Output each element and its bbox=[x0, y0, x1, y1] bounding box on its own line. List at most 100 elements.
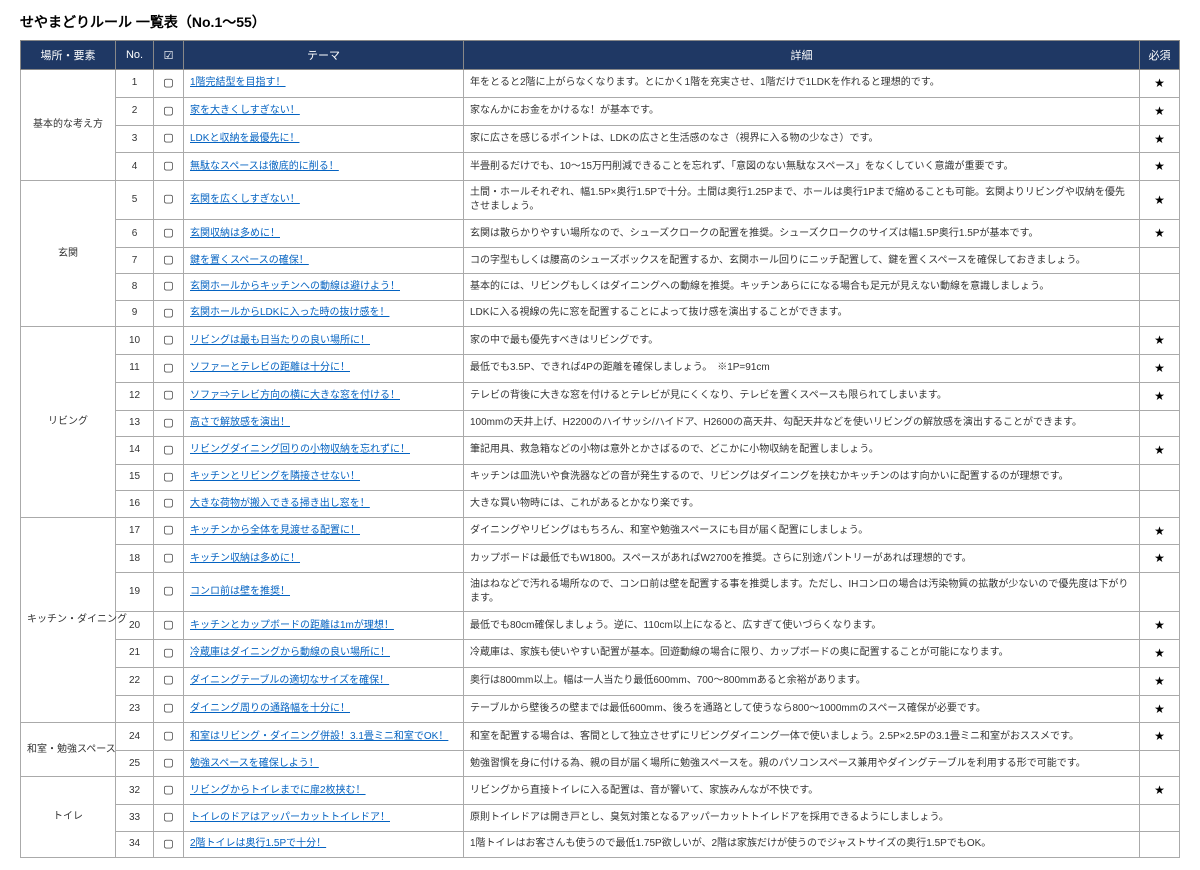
detail-cell: コの字型もしくは腰高のシューズボックスを配置するか、玄関ホール回りにニッチ配置し… bbox=[464, 247, 1140, 273]
table-row: 33▢トイレのドアはアッパーカットトイレドア！原則トイレドアは開き戸とし、臭気対… bbox=[21, 805, 1180, 831]
table-row: 15▢キッチンとリビングを隣接させない！キッチンは皿洗いや食洗器などの音が発生す… bbox=[21, 464, 1180, 490]
checkbox-cell[interactable]: ▢ bbox=[154, 181, 184, 220]
required-cell: ★ bbox=[1140, 723, 1180, 751]
checkbox-cell[interactable]: ▢ bbox=[154, 517, 184, 545]
table-row: 7▢鍵を置くスペースの確保！コの字型もしくは腰高のシューズボックスを配置するか、… bbox=[21, 247, 1180, 273]
checkbox-cell[interactable]: ▢ bbox=[154, 573, 184, 612]
checkbox-cell[interactable]: ▢ bbox=[154, 354, 184, 382]
theme-cell[interactable]: 大きな荷物が搬入できる掃き出し窓を！ bbox=[184, 491, 464, 517]
required-cell bbox=[1140, 805, 1180, 831]
checkbox-cell[interactable]: ▢ bbox=[154, 695, 184, 723]
theme-cell[interactable]: 高さで解放感を演出！ bbox=[184, 410, 464, 436]
detail-cell: 家の中で最も優先すべきはリビングです。 bbox=[464, 327, 1140, 355]
detail-cell: 基本的には、リビングもしくはダイニングへの動線を推奨。キッチンあらにになる場合も… bbox=[464, 274, 1140, 300]
checkbox-cell[interactable]: ▢ bbox=[154, 125, 184, 153]
checkbox-cell[interactable]: ▢ bbox=[154, 612, 184, 640]
theme-cell[interactable]: 玄関ホールからLDKに入った時の抜け感を！ bbox=[184, 300, 464, 326]
no-cell: 13 bbox=[116, 410, 154, 436]
checkbox-cell[interactable]: ▢ bbox=[154, 831, 184, 857]
theme-cell[interactable]: キッチンから全体を見渡せる配置に！ bbox=[184, 517, 464, 545]
required-cell: ★ bbox=[1140, 97, 1180, 125]
required-cell bbox=[1140, 751, 1180, 777]
checkbox-cell[interactable]: ▢ bbox=[154, 667, 184, 695]
theme-cell[interactable]: ソファ⇒テレビ方向の横に大きな窓を付ける！ bbox=[184, 382, 464, 410]
detail-cell: 原則トイレドアは開き戸とし、臭気対策となるアッパーカットトイレドアを採用できるよ… bbox=[464, 805, 1140, 831]
checkbox-cell[interactable]: ▢ bbox=[154, 805, 184, 831]
theme-cell[interactable]: 玄関ホールからキッチンへの動線は避けよう！ bbox=[184, 274, 464, 300]
required-cell: ★ bbox=[1140, 181, 1180, 220]
detail-cell: 筆記用具、救急箱などの小物は意外とかさばるので、どこかに小物収納を配置しましょう… bbox=[464, 436, 1140, 464]
checkbox-cell[interactable]: ▢ bbox=[154, 382, 184, 410]
category-cell: 和室・勉強スペース bbox=[21, 723, 116, 777]
no-cell: 7 bbox=[116, 247, 154, 273]
theme-cell[interactable]: 玄関収納は多めに！ bbox=[184, 220, 464, 248]
theme-cell[interactable]: 家を大きくしすぎない！ bbox=[184, 97, 464, 125]
checkbox-cell[interactable]: ▢ bbox=[154, 751, 184, 777]
checkbox-cell[interactable]: ▢ bbox=[154, 491, 184, 517]
table-row: 25▢勉強スペースを確保しよう！勉強習慣を身に付ける為、親の目が届く場所に勉強ス… bbox=[21, 751, 1180, 777]
theme-cell[interactable]: キッチンとカップボードの距離は1mが理想！ bbox=[184, 612, 464, 640]
checkbox-cell[interactable]: ▢ bbox=[154, 436, 184, 464]
checkbox-cell[interactable]: ▢ bbox=[154, 327, 184, 355]
checkbox-cell[interactable]: ▢ bbox=[154, 70, 184, 98]
category-cell: トイレ bbox=[21, 777, 116, 858]
category-cell: リビング bbox=[21, 327, 116, 517]
theme-cell[interactable]: 2階トイレは奥行1.5Pで十分！ bbox=[184, 831, 464, 857]
checkbox-cell[interactable]: ▢ bbox=[154, 97, 184, 125]
no-cell: 22 bbox=[116, 667, 154, 695]
no-cell: 33 bbox=[116, 805, 154, 831]
checkbox-cell[interactable]: ▢ bbox=[154, 639, 184, 667]
no-cell: 14 bbox=[116, 436, 154, 464]
theme-cell[interactable]: 和室はリビング・ダイニング併設！3.1畳ミニ和室でOK！ bbox=[184, 723, 464, 751]
theme-cell[interactable]: トイレのドアはアッパーカットトイレドア！ bbox=[184, 805, 464, 831]
table-row: 12▢ソファ⇒テレビ方向の横に大きな窓を付ける！テレビの背後に大きな窓を付けると… bbox=[21, 382, 1180, 410]
checkbox-cell[interactable]: ▢ bbox=[154, 220, 184, 248]
no-cell: 19 bbox=[116, 573, 154, 612]
required-cell: ★ bbox=[1140, 354, 1180, 382]
header-theme: テーマ bbox=[184, 41, 464, 70]
theme-cell[interactable]: 1階完結型を目指す！ bbox=[184, 70, 464, 98]
checkbox-cell[interactable]: ▢ bbox=[154, 153, 184, 181]
table-row: 19▢コンロ前は壁を推奨！油はねなどで汚れる場所なので、コンロ前は壁を配置する事… bbox=[21, 573, 1180, 612]
checkbox-cell[interactable]: ▢ bbox=[154, 274, 184, 300]
theme-cell[interactable]: ソファーとテレビの距離は十分に！ bbox=[184, 354, 464, 382]
theme-cell[interactable]: 勉強スペースを確保しよう！ bbox=[184, 751, 464, 777]
required-cell bbox=[1140, 573, 1180, 612]
detail-cell: 玄関は散らかりやすい場所なので、シューズクロークの配置を推奨。シューズクロークの… bbox=[464, 220, 1140, 248]
required-cell: ★ bbox=[1140, 125, 1180, 153]
no-cell: 2 bbox=[116, 97, 154, 125]
checkbox-cell[interactable]: ▢ bbox=[154, 723, 184, 751]
theme-cell[interactable]: ダイニングテーブルの適切なサイズを確保！ bbox=[184, 667, 464, 695]
detail-cell: キッチンは皿洗いや食洗器などの音が発生するので、リビングはダイニングを挟むかキッ… bbox=[464, 464, 1140, 490]
required-cell: ★ bbox=[1140, 612, 1180, 640]
theme-cell[interactable]: リビングは最も日当たりの良い場所に！ bbox=[184, 327, 464, 355]
detail-cell: 1階トイレはお客さんも使うので最低1.75P欲しいが、2階は家族だけが使うのでジ… bbox=[464, 831, 1140, 857]
no-cell: 5 bbox=[116, 181, 154, 220]
theme-cell[interactable]: 無駄なスペースは徹底的に削る！ bbox=[184, 153, 464, 181]
required-cell: ★ bbox=[1140, 70, 1180, 98]
table-row: 14▢リビングダイニング回りの小物収納を忘れずに！筆記用具、救急箱などの小物は意… bbox=[21, 436, 1180, 464]
theme-cell[interactable]: 玄関を広くしすぎない！ bbox=[184, 181, 464, 220]
theme-cell[interactable]: リビングダイニング回りの小物収納を忘れずに！ bbox=[184, 436, 464, 464]
checkbox-cell[interactable]: ▢ bbox=[154, 247, 184, 273]
checkbox-cell[interactable]: ▢ bbox=[154, 545, 184, 573]
theme-cell[interactable]: リビングからトイレまでに扉2枚挟む！ bbox=[184, 777, 464, 805]
checkbox-cell[interactable]: ▢ bbox=[154, 777, 184, 805]
table-row: 22▢ダイニングテーブルの適切なサイズを確保！奥行は800mm以上。幅は一人当た… bbox=[21, 667, 1180, 695]
theme-cell[interactable]: キッチンとリビングを隣接させない！ bbox=[184, 464, 464, 490]
theme-cell[interactable]: 冷蔵庫はダイニングから動線の良い場所に！ bbox=[184, 639, 464, 667]
required-cell: ★ bbox=[1140, 382, 1180, 410]
checkbox-cell[interactable]: ▢ bbox=[154, 464, 184, 490]
header-row: 場所・要素 No. ☑ テーマ 詳細 必須 bbox=[21, 41, 1180, 70]
theme-cell[interactable]: 鍵を置くスペースの確保！ bbox=[184, 247, 464, 273]
no-cell: 3 bbox=[116, 125, 154, 153]
theme-cell[interactable]: LDKと収納を最優先に！ bbox=[184, 125, 464, 153]
checkbox-cell[interactable]: ▢ bbox=[154, 410, 184, 436]
table-row: 16▢大きな荷物が搬入できる掃き出し窓を！大きな買い物時には、これがあるとかなり… bbox=[21, 491, 1180, 517]
theme-cell[interactable]: キッチン収納は多めに！ bbox=[184, 545, 464, 573]
detail-cell: 冷蔵庫は、家族も使いやすい配置が基本。回遊動線の場合に限り、カップボードの奥に配… bbox=[464, 639, 1140, 667]
theme-cell[interactable]: コンロ前は壁を推奨！ bbox=[184, 573, 464, 612]
table-row: トイレ32▢リビングからトイレまでに扉2枚挟む！リビングから直接トイレに入る配置… bbox=[21, 777, 1180, 805]
checkbox-cell[interactable]: ▢ bbox=[154, 300, 184, 326]
theme-cell[interactable]: ダイニング周りの通路幅を十分に！ bbox=[184, 695, 464, 723]
